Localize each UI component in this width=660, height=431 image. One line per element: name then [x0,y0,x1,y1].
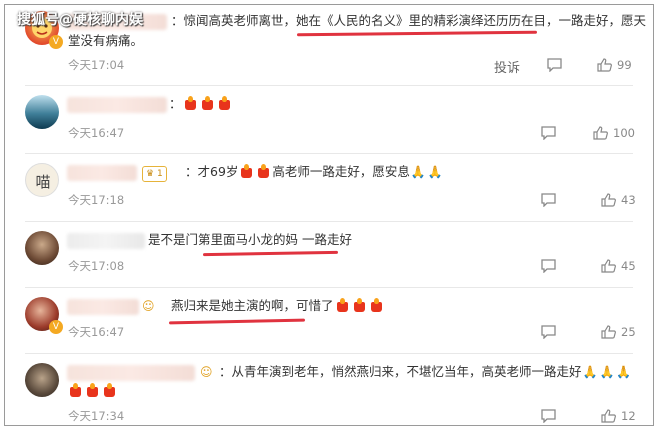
candle-icon [257,164,270,178]
username-blurred[interactable] [67,165,137,181]
red-underline [202,250,339,257]
comment-text: 是不是门第里面马小龙的妈 一路走好 [148,232,352,247]
emoji-icon: ☺ [142,299,155,313]
comment-time: 今天17:04 [68,58,125,72]
comment-time: 今天17:34 [68,409,125,423]
divider [25,287,633,288]
comment-text-continued [67,381,118,401]
comment-icon [541,409,556,423]
like-count: 99 [617,58,632,72]
candle-icon [336,298,349,312]
comment-panel: 搜狐号@硬核聊内娱 V ：惊闻高英老师离世，她在《人民的名义》里的精彩演绎还历历… [4,4,654,426]
comment-time: 今天17:08 [68,259,125,273]
reply-button[interactable] [541,259,556,273]
username-blurred[interactable] [67,233,145,249]
candle-icon [184,96,197,110]
thumbs-up-icon [601,193,616,207]
comment-icon [541,259,556,273]
comment-item-3: 喵 ♛ 1 ：才69岁 高老师一路走好，愿安息🙏 🙏 今天17:18 43 [5,155,655,223]
comment-icon [547,58,562,72]
comment-time: 今天16:47 [68,325,125,339]
thumbs-up-icon [593,126,608,140]
reply-button[interactable] [541,193,556,207]
comment-time: 今天16:47 [68,126,125,140]
crown-icon: ♛ [146,169,155,179]
comment-text: ： [169,94,233,114]
candle-icon [69,383,82,397]
candle-icon [201,96,214,110]
thumbs-up-icon [601,409,616,423]
like-count: 12 [621,409,636,423]
like-count: 100 [613,126,635,140]
candle-icon [86,383,99,397]
reply-button[interactable] [541,325,556,339]
avatar[interactable] [25,231,59,265]
like-count: 43 [621,193,636,207]
username-blurred[interactable] [67,97,167,113]
level-badge: ♛ 1 [142,166,167,182]
candle-icon [218,96,231,110]
reply-button[interactable] [541,126,556,140]
praying-hands-icon: 🙏 [582,365,598,379]
divider [25,353,633,354]
praying-hands-icon: 🙏 [410,165,426,179]
like-button[interactable]: 99 [597,58,632,72]
emoji-icon: ☺ [200,365,213,379]
red-underline [296,30,538,37]
report-button[interactable]: 投诉 [494,57,520,76]
like-count: 25 [621,325,636,339]
like-count: 45 [621,259,636,273]
like-button[interactable]: 12 [601,409,636,423]
comment-text: ：才69岁 高老师一路走好，愿安息🙏 🙏 [185,162,444,182]
username-blurred[interactable] [67,365,195,381]
like-button[interactable]: 100 [593,126,635,140]
comment-icon [541,193,556,207]
verified-badge-icon: V [49,35,63,49]
thumbs-up-icon [597,58,612,72]
comment-icon [541,126,556,140]
reply-button[interactable] [541,409,556,423]
comment-text: 燕归来是她主演的啊，可惜了 [171,296,385,316]
praying-hands-icon: 🙏 [599,365,615,379]
comment-item-2: ： 今天16:47 100 [5,89,655,155]
praying-hands-icon: 🙏 [427,165,443,179]
comment-text-continued: 堂没有病痛。 [68,33,144,48]
candle-icon [370,298,383,312]
comment-time: 今天17:18 [68,193,125,207]
divider [25,153,633,154]
avatar[interactable]: 喵 [25,163,59,197]
thumbs-up-icon [601,325,616,339]
like-button[interactable]: 43 [601,193,636,207]
like-button[interactable]: 45 [601,259,636,273]
thumbs-up-icon [601,259,616,273]
divider [25,221,633,222]
comment-item-4: 是不是门第里面马小龙的妈 一路走好 今天17:08 45 [5,223,655,289]
comment-item-6: ☺ ：从青年演到老年，悄然燕归来，不堪忆当年，高英老师一路走好🙏 🙏 🙏 今天17:… [5,355,655,427]
candle-icon [103,383,116,397]
comment-item-5: V ☺ 燕归来是她主演的啊，可惜了 今天16:47 25 [5,289,655,355]
comment-text: ：惊闻高英老师离世，她在《人民的名义》里的精彩演绎还历历在目，一路走好，愿天 [171,13,647,28]
like-button[interactable]: 25 [601,325,636,339]
candle-icon [240,164,253,178]
divider [25,85,633,86]
comment-text: ：从青年演到老年，悄然燕归来，不堪忆当年，高英老师一路走好🙏 🙏 🙏 [219,362,632,382]
avatar[interactable] [25,363,59,397]
comment-icon [541,325,556,339]
username-blurred[interactable] [67,299,139,315]
reply-button[interactable] [547,58,562,72]
verified-badge-icon: V [49,320,63,334]
svg-text:喵: 喵 [35,173,50,191]
candle-icon [353,298,366,312]
praying-hands-icon: 🙏 [616,365,632,379]
watermark: 搜狐号@硬核聊内娱 [17,12,143,28]
red-underline [168,318,306,325]
avatar[interactable] [25,95,59,129]
